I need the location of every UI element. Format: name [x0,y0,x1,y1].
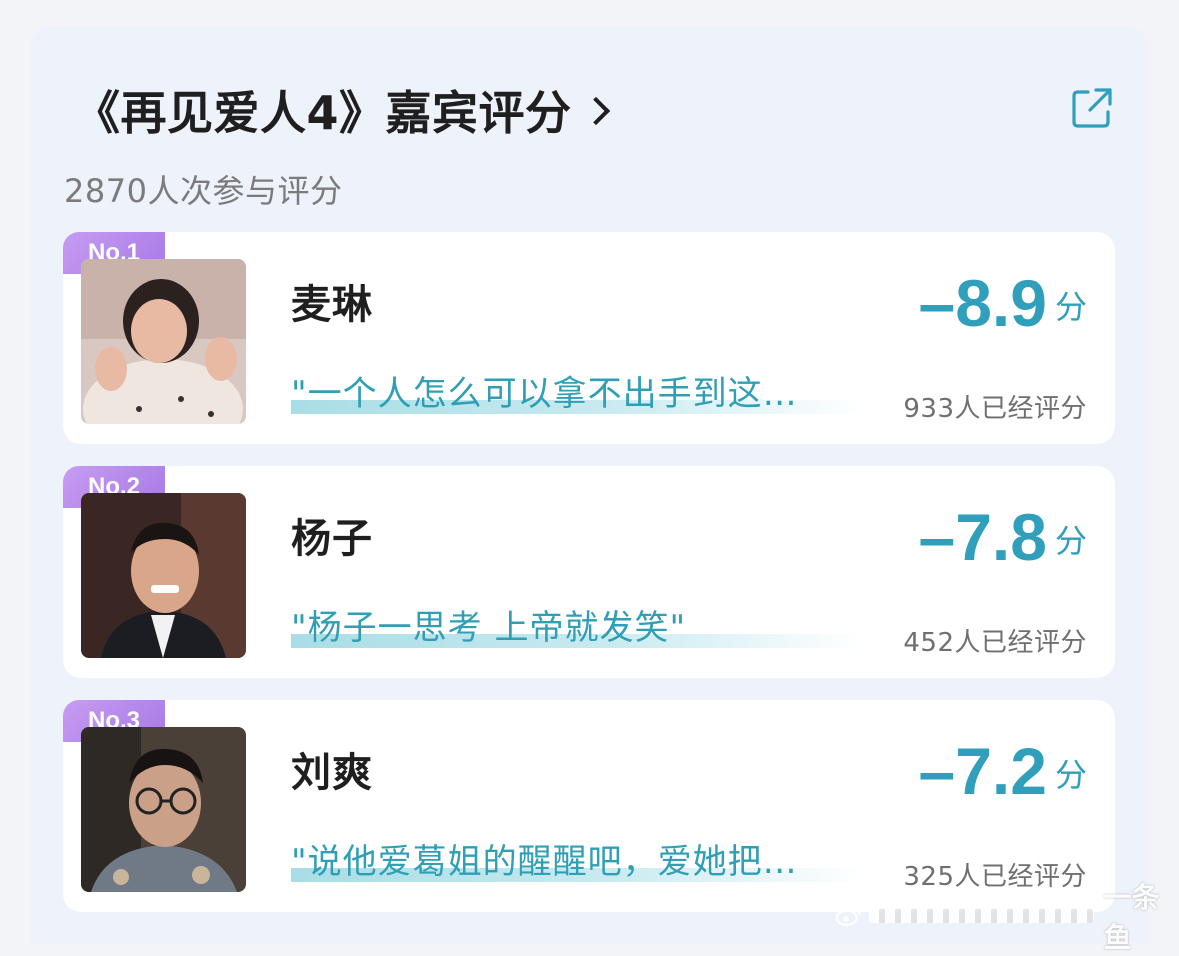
score-unit: 分 [1054,288,1087,326]
avatar [81,493,246,658]
score-value: –8.9 [918,266,1047,340]
guest-quote-text: "杨子一思考 上帝就发笑" [291,608,687,648]
page-title[interactable]: 《再见爱人4》嘉宾评分 [74,70,610,150]
guest-card-2[interactable]: No.2 杨子 "杨子一思考 上帝就发笑" –7.8 分 452人已经评分 [63,466,1115,678]
participants-count: 2870人次参与评分 [64,172,343,210]
guest-score: –7.2 分 [919,738,1087,804]
guest-quote[interactable]: "杨子一思考 上帝就发笑" [291,600,861,650]
guest-quote[interactable]: "说他爱葛姐的醒醒吧，爱她把… [291,834,861,884]
score-unit: 分 [1054,522,1087,560]
guest-quote[interactable]: "一个人怎么可以拿不出手到这… [291,366,861,416]
page-title-text: 《再见爱人4》嘉宾评分 [74,86,572,140]
score-value: –7.8 [918,500,1047,574]
guest-name: 刘爽 [291,750,373,796]
guest-name: 杨子 [291,516,373,562]
guest-card-1[interactable]: No.1 麦琳 "一个人怎么可以拿不出手到这… –8.9 分 933人已经评分 [63,232,1115,444]
watermark-text: 一条鱼 [1103,881,1160,954]
rating-count: 325人已经评分 [903,862,1087,892]
weibo-logo-icon [836,906,861,927]
guest-name: 麦琳 [291,282,373,328]
guest-score: –8.9 分 [919,270,1087,336]
score-unit: 分 [1054,756,1087,794]
guest-quote-text: "一个人怎么可以拿不出手到这… [291,374,798,414]
score-value: –7.2 [918,734,1047,808]
rating-count: 933人已经评分 [903,394,1087,424]
chevron-right-icon [581,96,610,126]
rating-count: 452人已经评分 [903,628,1087,658]
guest-card-3[interactable]: No.3 刘爽 "说他爱葛姐的醒醒吧，爱她把… –7.2 分 325人已经评分 [63,700,1115,912]
guest-score: –7.8 分 [919,504,1087,570]
watermark: 一条鱼 [836,881,1179,954]
share-icon[interactable] [1070,86,1114,130]
share-icon-svg [1072,88,1112,128]
avatar [81,727,246,892]
avatar [81,259,246,424]
guest-quote-text: "说他爱葛姐的醒醒吧，爱她把… [291,842,798,882]
watermark-blur [869,909,1094,923]
